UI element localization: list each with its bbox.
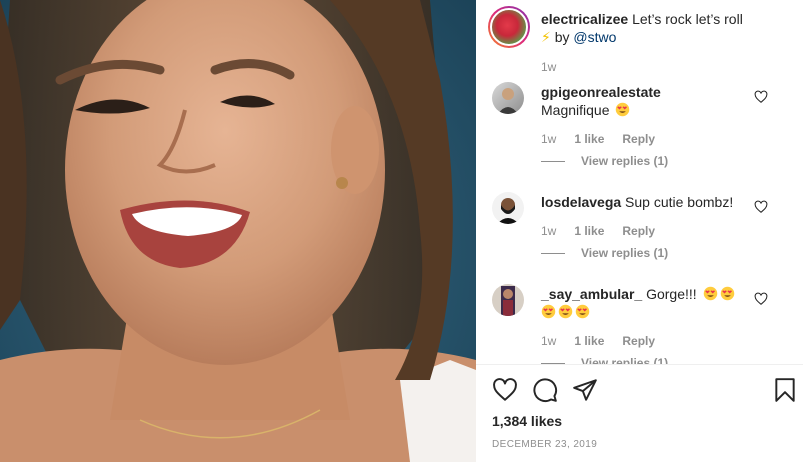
comments-scroll[interactable]: electricalizee Let’s rock let’s roll ⚡ b… (476, 0, 803, 364)
reply-button[interactable]: Reply (622, 132, 655, 146)
post-photo[interactable] (0, 0, 476, 462)
commenter-username[interactable]: gpigeonrealestate (541, 84, 661, 100)
view-replies-button[interactable]: View replies (1) (541, 246, 668, 260)
comment-meta: 1w 1 like Reply (541, 132, 655, 146)
view-replies-label: View replies (1) (581, 356, 669, 364)
comment-1: gpigeonrealestate Magnifique (541, 83, 771, 119)
comment-likes[interactable]: 1 like (574, 334, 604, 348)
comment-icon[interactable] (532, 377, 558, 403)
comment-time[interactable]: 1w (541, 224, 556, 238)
comment-time[interactable]: 1w (541, 334, 556, 348)
author-avatar[interactable] (488, 6, 530, 48)
comment-text: Sup cutie bombz! (625, 194, 734, 210)
post-actions-bar: 1,384 likes DECEMBER 23, 2019 (476, 364, 803, 462)
reply-button[interactable]: Reply (622, 334, 655, 348)
likes-count[interactable]: 1,384 likes (492, 413, 562, 429)
heart-eyes-emoji-icon (575, 304, 590, 319)
heart-eyes-emoji-icon (541, 304, 556, 319)
heart-eyes-emoji-icon (558, 304, 573, 319)
replies-divider (541, 252, 565, 254)
post-date[interactable]: DECEMBER 23, 2019 (492, 439, 597, 450)
caption-text: Let’s rock let’s roll (632, 11, 743, 27)
caption-mention-link[interactable]: @stwo (573, 29, 616, 45)
view-replies-button[interactable]: View replies (1) (541, 154, 668, 168)
commenter-avatar[interactable] (492, 284, 524, 316)
replies-divider (541, 160, 565, 162)
heart-eyes-emoji-icon (720, 286, 734, 301)
share-icon[interactable] (572, 377, 598, 403)
comment-meta: 1w 1 like Reply (541, 224, 655, 238)
comment-3: _say_ambular_ Gorge!!! (541, 285, 771, 321)
comment-like-heart-icon[interactable] (754, 292, 768, 306)
reply-button[interactable]: Reply (622, 224, 655, 238)
view-replies-button[interactable]: View replies (1) (541, 356, 668, 364)
commenter-username[interactable]: losdelavega (541, 194, 621, 210)
view-replies-label: View replies (1) (581, 246, 669, 260)
caption-by: by (554, 29, 570, 45)
post-time[interactable]: 1w (541, 60, 556, 74)
photo-illustration (0, 0, 476, 462)
heart-icon[interactable] (492, 377, 518, 403)
post-caption: electricalizee Let’s rock let’s roll ⚡ b… (541, 10, 791, 46)
comment-2: losdelavega Sup cutie bombz! (541, 193, 771, 211)
commenter-avatar[interactable] (492, 192, 524, 224)
comment-like-heart-icon[interactable] (754, 90, 768, 104)
comment-text: Gorge!!! (646, 286, 697, 302)
heart-eyes-emoji-icon (703, 286, 717, 301)
commenter-avatar[interactable] (492, 82, 524, 114)
lightning-icon: ⚡ (541, 29, 551, 45)
post-panel: electricalizee Let’s rock let’s roll ⚡ b… (476, 0, 803, 462)
bookmark-icon[interactable] (772, 377, 798, 403)
author-username[interactable]: electricalizee (541, 11, 628, 27)
comment-likes[interactable]: 1 like (574, 224, 604, 238)
comment-meta: 1w 1 like Reply (541, 334, 655, 348)
comment-time[interactable]: 1w (541, 132, 556, 146)
commenter-username[interactable]: _say_ambular_ (541, 286, 642, 302)
comment-likes[interactable]: 1 like (574, 132, 604, 146)
view-replies-label: View replies (1) (581, 154, 669, 168)
comment-text: Magnifique (541, 102, 610, 118)
comment-like-heart-icon[interactable] (754, 200, 768, 214)
heart-eyes-emoji-icon (616, 102, 630, 117)
